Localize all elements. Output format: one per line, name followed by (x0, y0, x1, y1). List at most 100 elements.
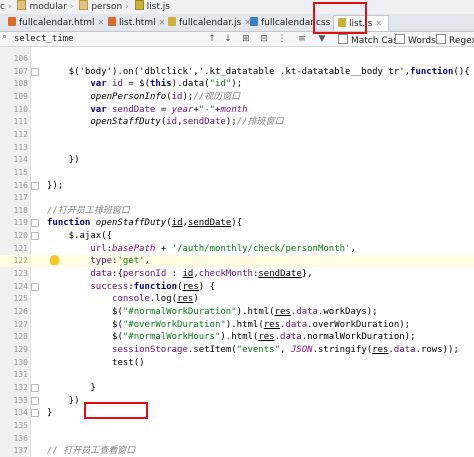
code-line[interactable]: 130 test() (0, 357, 474, 369)
code-line[interactable]: 118 //打开员工排班窗口 (0, 205, 474, 217)
code-line[interactable]: 136 (0, 433, 474, 445)
code-text[interactable]: console.log(res) (47, 293, 199, 305)
code-text[interactable]: } (47, 407, 52, 419)
code-line[interactable]: 106 (0, 53, 474, 65)
code-line[interactable]: 111 openStaffDuty(id,sendDate);//排班窗口 (0, 116, 474, 128)
code-line[interactable]: 123 data:{personId : id,checkMonth:sendD… (0, 268, 474, 280)
search-input[interactable]: select_time (14, 33, 74, 45)
code-line[interactable]: 128 $("#normalWorkHours").html(res.data.… (0, 331, 474, 343)
code-line[interactable]: 117 (0, 192, 474, 204)
breadcrumb-item[interactable]: modular (29, 2, 66, 12)
code-editor[interactable]: 106 107 $('body').on('dblclick','.kt_data… (0, 47, 474, 457)
checkbox-box[interactable] (338, 34, 348, 44)
code-line[interactable]: 120 $.ajax({ (0, 230, 474, 242)
code-line[interactable]: 135 (0, 420, 474, 432)
code-text[interactable]: $('body').on('dblclick','.kt_datatable .… (47, 66, 470, 78)
code-text[interactable]: type:'get', (47, 255, 150, 267)
line-number: 113 (13, 142, 28, 152)
code-line[interactable]: 125 console.log(res) (0, 293, 474, 305)
add-selection-icon[interactable]: ⊞ (240, 33, 252, 45)
fold-marker-icon[interactable] (31, 232, 39, 241)
code-text[interactable]: url:basePath + '/auth/monthly/check/pers… (47, 243, 356, 255)
code-line[interactable]: 122 type:'get', (0, 255, 474, 268)
breadcrumb: c › modular › person › list.js (0, 0, 474, 15)
search-icon[interactable]: ⌕ (2, 32, 7, 42)
code-text[interactable]: }); (47, 180, 63, 192)
previous-occurrence-icon[interactable]: ↑ (206, 33, 218, 45)
words-checkbox[interactable]: Words (395, 34, 436, 46)
line-number: 111 (13, 117, 28, 127)
code-text[interactable]: $("#normalWorkDuration").html(res.data.w… (47, 306, 378, 318)
code-text[interactable]: data:{personId : id,checkMonth:sendDate}… (47, 268, 312, 280)
tab-list-html[interactable]: list.html ✕ (104, 15, 166, 30)
remove-selection-icon[interactable]: ⊟ (258, 33, 270, 45)
code-text[interactable]: var sendDate = year+"-"+month (47, 104, 247, 116)
fold-marker-icon[interactable] (31, 383, 39, 392)
line-number: 128 (13, 332, 28, 342)
code-text[interactable]: var id = $(this).data("id"); (47, 78, 242, 90)
select-all-occurrences-icon[interactable]: ⋮ (276, 33, 288, 45)
lightbulb-icon[interactable] (50, 255, 59, 266)
code-text[interactable]: }) (47, 395, 80, 407)
code-line[interactable]: 127 $("#overWorkDuration").html(res.data… (0, 319, 474, 331)
code-text[interactable]: test() (47, 357, 145, 369)
code-text[interactable]: openPersonInfo(id);//视历窗口 (47, 91, 240, 103)
regex-checkbox[interactable]: Regex (436, 34, 474, 46)
line-number: 131 (13, 370, 28, 380)
fold-marker-icon[interactable] (31, 67, 39, 76)
match-case-checkbox[interactable]: Match Case (338, 34, 403, 46)
tab-fullcalendar-js[interactable]: fullcalendar.js ✕ (164, 15, 251, 30)
code-line[interactable]: 109 openPersonInfo(id);//视历窗口 (0, 91, 474, 103)
code-line[interactable]: 112 (0, 129, 474, 141)
code-line[interactable]: 108 var id = $(this).data("id"); (0, 78, 474, 90)
fold-marker-icon[interactable] (31, 181, 39, 190)
breadcrumb-item[interactable]: list.js (147, 2, 170, 12)
code-text[interactable]: $("#normalWorkHours").html(res.data.norm… (47, 331, 416, 343)
code-text[interactable]: sessionStorage.setItem("events", JSON.st… (47, 344, 459, 356)
code-text[interactable]: $("#overWorkDuration").html(res.data.ove… (47, 319, 410, 331)
breadcrumb-item[interactable]: person (91, 2, 122, 12)
code-line[interactable]: 119 function openStaffDuty(id,sendDate){ (0, 217, 474, 229)
line-number: 136 (13, 433, 28, 443)
code-line[interactable]: 121 url:basePath + '/auth/monthly/check/… (0, 243, 474, 255)
code-line[interactable]: 126 $("#normalWorkDuration").html(res.da… (0, 306, 474, 318)
code-text[interactable]: success:function(res) { (47, 281, 215, 293)
line-number: 123 (13, 269, 28, 279)
code-text[interactable]: $.ajax({ (47, 230, 112, 242)
code-line[interactable]: 133 }) (0, 395, 474, 407)
fold-marker-icon[interactable] (31, 282, 39, 291)
code-line[interactable]: 131 (0, 369, 474, 381)
code-line[interactable]: 137 // 打开员工查看窗口 (0, 445, 474, 457)
tab-fullcalendar-html[interactable]: fullcalendar.html ✕ (4, 15, 106, 30)
code-line[interactable]: 124 success:function(res) { (0, 281, 474, 293)
settings-icon[interactable]: ≡ (296, 33, 308, 45)
code-line[interactable]: 129 sessionStorage.setItem("events", JSO… (0, 344, 474, 356)
code-line[interactable]: 114 }) (0, 154, 474, 166)
breadcrumb-item[interactable]: c (0, 2, 5, 12)
fold-marker-icon[interactable] (31, 409, 39, 418)
fold-marker-icon[interactable] (31, 396, 39, 405)
folder-icon (79, 0, 89, 10)
code-line[interactable]: 113 (0, 142, 474, 154)
filter-icon[interactable]: ▼ (316, 33, 328, 45)
code-line[interactable]: 134} (0, 407, 474, 419)
line-number: 130 (13, 357, 28, 367)
fold-marker-icon[interactable] (31, 219, 39, 228)
code-text[interactable]: //打开员工排班窗口 (47, 205, 130, 217)
code-text[interactable]: openStaffDuty(id,sendDate);//排班窗口 (47, 116, 283, 128)
checkbox-box[interactable] (436, 34, 446, 44)
code-line[interactable]: 107 $('body').on('dblclick','.kt_datatab… (0, 66, 474, 78)
code-text[interactable]: function openStaffDuty(id,sendDate){ (47, 217, 242, 229)
next-occurrence-icon[interactable]: ↓ (222, 33, 234, 45)
checkbox-box[interactable] (395, 34, 405, 44)
code-text[interactable]: // 打开员工查看窗口 (47, 445, 135, 457)
line-number: 125 (13, 294, 28, 304)
code-line[interactable]: 110 var sendDate = year+"-"+month (0, 104, 474, 116)
close-icon[interactable]: ✕ (375, 19, 382, 28)
code-text[interactable]: } (47, 382, 95, 394)
code-line[interactable]: 132 } (0, 382, 474, 394)
line-number: 127 (13, 319, 28, 329)
code-line[interactable]: 115 (0, 167, 474, 179)
code-line[interactable]: 116}); (0, 180, 474, 192)
code-text[interactable]: }) (47, 154, 80, 166)
